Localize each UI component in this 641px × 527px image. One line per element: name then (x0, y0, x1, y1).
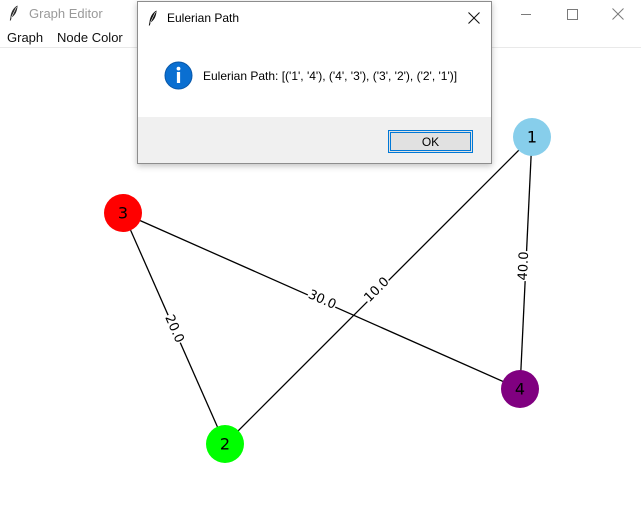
dialog-close-button[interactable] (464, 8, 484, 28)
edge-weight-text: 30.0 (306, 287, 339, 312)
edge-weight-label: 20.0 (160, 312, 188, 346)
minimize-button[interactable] (503, 0, 549, 28)
node-label: 4 (515, 380, 525, 399)
feather-icon (9, 5, 18, 21)
window-title: Graph Editor (29, 6, 103, 21)
dialog-body: Eulerian Path: [('1', '4'), ('4', '3'), … (138, 33, 491, 117)
nodes-layer: 1 2 3 4 (104, 118, 551, 463)
close-icon (612, 8, 624, 20)
node-1[interactable]: 1 (513, 118, 551, 156)
node-2[interactable]: 2 (206, 425, 244, 463)
ok-button[interactable]: OK (388, 130, 473, 153)
maximize-icon (566, 8, 578, 20)
node-label: 3 (118, 204, 128, 223)
close-window-button[interactable] (595, 0, 641, 28)
feather-icon (148, 10, 157, 26)
edge-weight-label: 30.0 (305, 286, 339, 314)
menu-node-color[interactable]: Node Color (57, 30, 123, 45)
edge-weight-label: 40.0 (515, 250, 533, 282)
close-icon (468, 12, 480, 24)
node-4[interactable]: 4 (501, 370, 539, 408)
eulerian-path-dialog: Eulerian Path Eulerian Path: [('1', '4')… (137, 1, 492, 164)
node-3[interactable]: 3 (104, 194, 142, 232)
dialog-title-bar: Eulerian Path (138, 2, 491, 33)
minimize-icon (520, 13, 531, 15)
dialog-footer: OK (138, 117, 491, 163)
dialog-message: Eulerian Path: [('1', '4'), ('4', '3'), … (203, 69, 458, 83)
main-window: Graph Editor Graph Node Color 10.0 40.0 20… (0, 0, 641, 527)
edge-weight-text: 40.0 (516, 251, 532, 281)
edge-weight-label: 10.0 (360, 273, 394, 307)
edge-weight-text: 20.0 (161, 313, 186, 346)
dialog-title: Eulerian Path (167, 11, 240, 25)
info-icon (164, 61, 193, 90)
edges-layer: 10.0 40.0 20.0 30.0 (122, 136, 533, 445)
node-label: 2 (220, 435, 230, 454)
node-label: 1 (527, 128, 537, 147)
maximize-button[interactable] (549, 0, 595, 28)
menu-graph[interactable]: Graph (7, 30, 43, 45)
